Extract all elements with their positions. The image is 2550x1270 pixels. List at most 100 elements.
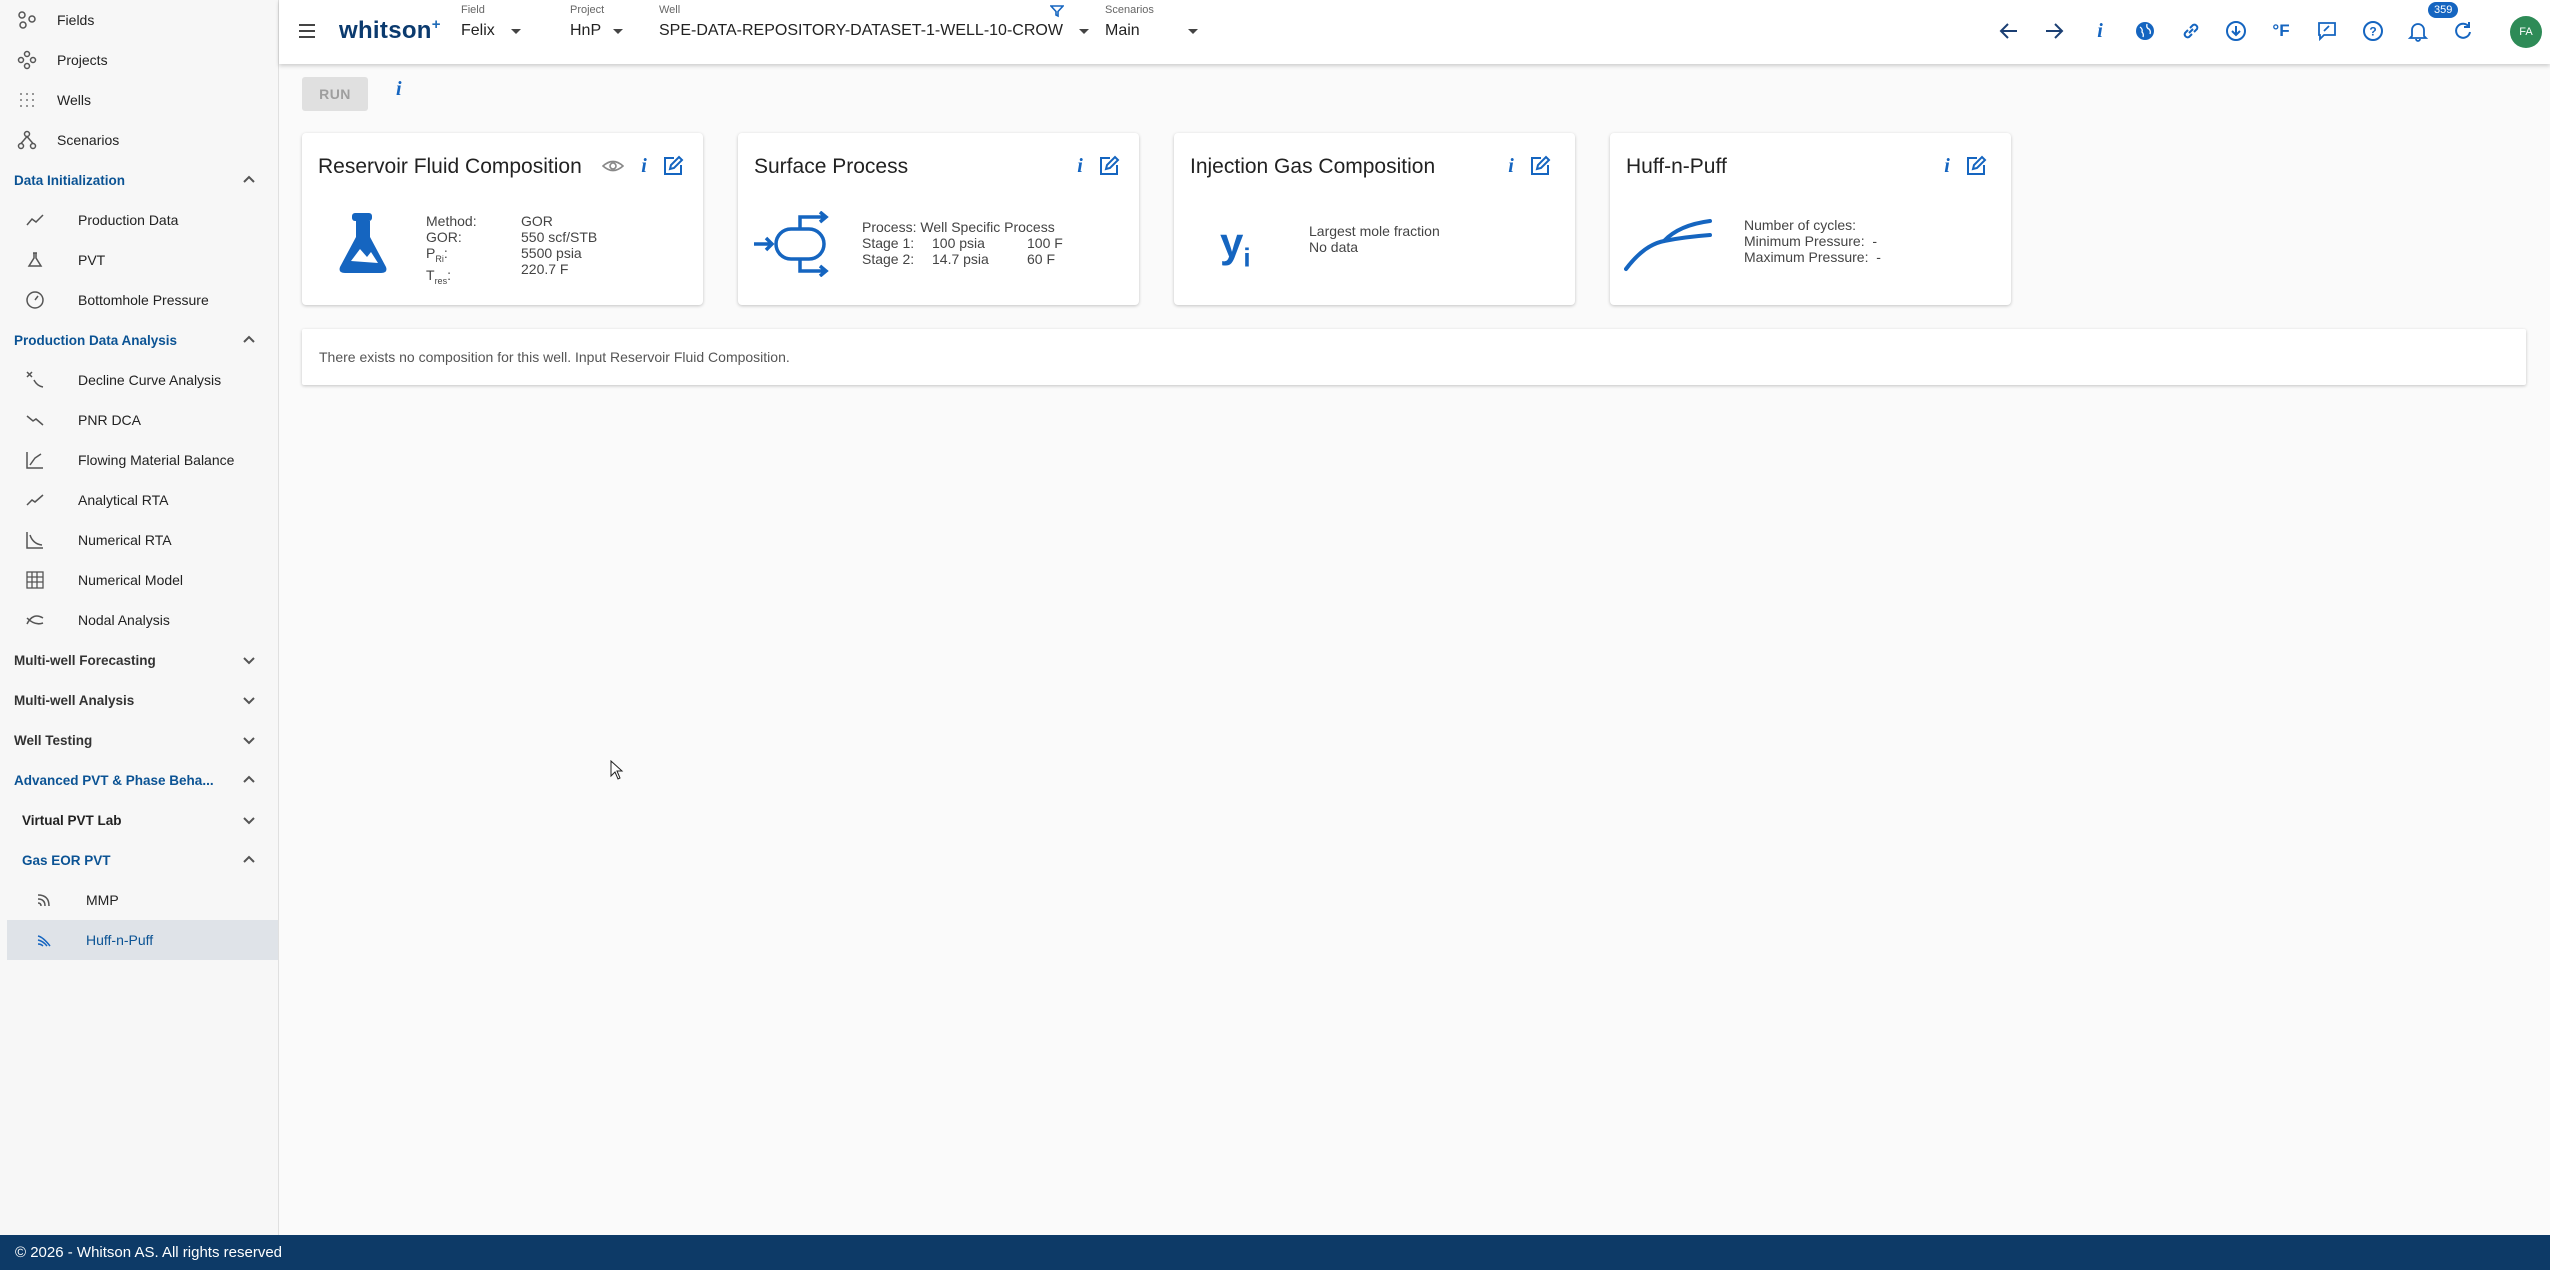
- edit-icon[interactable]: [1529, 155, 1551, 177]
- huff-n-puff-card: Huff-n-Puff i Number of cycles: Minimum …: [1610, 133, 2011, 305]
- caret-down-icon: [510, 28, 521, 34]
- pressure-value: 5500 psia: [521, 245, 582, 261]
- scenarios-icon: [16, 129, 38, 151]
- sidebar-item-pnr-dca[interactable]: PNR DCA: [0, 400, 278, 440]
- scenarios-selector[interactable]: Scenarios Main: [1105, 4, 1198, 40]
- section-label: Advanced PVT & Phase Beha...: [14, 772, 214, 788]
- subsection-label: Virtual PVT Lab: [22, 812, 122, 828]
- chevron-up-icon: [243, 855, 255, 863]
- subsection-label: Gas EOR PVT: [22, 852, 111, 868]
- section-multi-well-analysis[interactable]: Multi-well Analysis: [0, 680, 278, 720]
- sidebar-item-flowing-material-balance[interactable]: Flowing Material Balance: [0, 440, 278, 480]
- section-multi-well-forecasting[interactable]: Multi-well Forecasting: [0, 640, 278, 680]
- dca-icon: [24, 369, 46, 391]
- sidebar-item-bottomhole-pressure[interactable]: Bottomhole Pressure: [0, 280, 278, 320]
- field-selector[interactable]: Field Felix: [461, 4, 521, 40]
- grid-table-icon: [24, 569, 46, 591]
- eye-icon[interactable]: [602, 155, 624, 177]
- process-label: Process: Well Specific Process: [862, 219, 1055, 235]
- run-button[interactable]: RUN: [302, 77, 368, 111]
- stage-labels: Stage 1: Stage 2:: [862, 235, 914, 267]
- info-icon[interactable]: i: [1936, 155, 1958, 177]
- field-value: Felix: [461, 22, 495, 39]
- mole-fraction-symbol: yi: [1220, 219, 1251, 273]
- bell-icon[interactable]: [2405, 18, 2431, 44]
- subsection-gas-eor-pvt[interactable]: Gas EOR PVT: [0, 840, 278, 880]
- sidebar-item-numerical-rta[interactable]: Numerical RTA: [0, 520, 278, 560]
- reservoir-labels: Method: GOR: PRi: Tres:: [426, 213, 477, 289]
- pressure-label: PRi:: [426, 245, 448, 264]
- sidebar-item-wells[interactable]: Wells: [0, 80, 278, 120]
- info-icon[interactable]: i: [633, 155, 655, 177]
- sidebar-item-production-data[interactable]: Production Data: [0, 200, 278, 240]
- info-icon[interactable]: i: [1069, 155, 1091, 177]
- no-data-label: No data: [1309, 239, 1359, 255]
- edit-icon[interactable]: [1098, 155, 1120, 177]
- stage2-label: Stage 2:: [862, 251, 915, 267]
- subsection-virtual-pvt-lab[interactable]: Virtual PVT Lab: [0, 800, 278, 840]
- flask-icon: [24, 249, 46, 271]
- sidebar-item-mmp[interactable]: MMP: [0, 880, 278, 920]
- sidebar-item-fields[interactable]: Fields: [0, 0, 278, 40]
- menu-icon[interactable]: [296, 20, 318, 42]
- surface-process-card: Surface Process i Process: Well Specific…: [738, 133, 1139, 305]
- sidebar-item-nodal-analysis[interactable]: Nodal Analysis: [0, 600, 278, 640]
- project-caption: Project: [570, 4, 605, 16]
- link-icon[interactable]: [2178, 18, 2204, 44]
- section-label: Multi-well Forecasting: [14, 652, 156, 668]
- section-data-initialization[interactable]: Data Initialization: [0, 160, 278, 200]
- gor-label: GOR:: [426, 229, 462, 245]
- edit-icon[interactable]: [1965, 155, 1987, 177]
- arrow-right-icon[interactable]: [2041, 18, 2067, 44]
- sidebar-item-label: Analytical RTA: [78, 492, 169, 508]
- filter-icon[interactable]: [1049, 4, 1066, 20]
- sidebar-item-huff-n-puff[interactable]: Huff-n-Puff: [7, 920, 278, 960]
- min-pressure-value: -: [1872, 233, 1878, 249]
- section-production-data-analysis[interactable]: Production Data Analysis: [0, 320, 278, 360]
- chevron-down-icon: [243, 697, 255, 705]
- card-title: Injection Gas Composition: [1190, 155, 1436, 178]
- stage2-pressure: 14.7 psia: [932, 251, 989, 267]
- chat-icon[interactable]: [2314, 18, 2340, 44]
- method-value: GOR: [521, 213, 553, 229]
- info-icon[interactable]: i: [396, 78, 402, 101]
- section-label: Multi-well Analysis: [14, 692, 135, 708]
- sidebar-item-label: Bottomhole Pressure: [78, 292, 209, 308]
- method-label: Method:: [426, 213, 477, 229]
- info-icon[interactable]: i: [1500, 155, 1522, 177]
- sidebar-item-label: Projects: [57, 52, 108, 68]
- line-chart-icon: [24, 209, 46, 231]
- caret-down-icon: [613, 28, 624, 34]
- sidebar-item-pvt[interactable]: PVT: [0, 240, 278, 280]
- sidebar-item-numerical-model[interactable]: Numerical Model: [0, 560, 278, 600]
- sidebar-item-scenarios[interactable]: Scenarios: [0, 120, 278, 160]
- refresh-icon[interactable]: [2450, 18, 2476, 44]
- sidebar-item-analytical-rta[interactable]: Analytical RTA: [0, 480, 278, 520]
- gor-value: 550 scf/STB: [521, 229, 598, 245]
- arrow-left-icon[interactable]: [1996, 18, 2022, 44]
- info-icon[interactable]: i: [2087, 18, 2113, 44]
- chevron-down-icon: [243, 657, 255, 665]
- sidebar-item-label: Wells: [57, 92, 91, 108]
- logo-text: whitson: [339, 17, 432, 44]
- section-well-testing[interactable]: Well Testing: [0, 720, 278, 760]
- fahrenheit-icon[interactable]: °F: [2268, 18, 2294, 44]
- copyright-text: © 2026 - Whitson AS. All rights reserved: [15, 1244, 283, 1261]
- project-selector[interactable]: Project HnP: [570, 4, 624, 40]
- edit-icon[interactable]: [662, 155, 684, 177]
- download-icon[interactable]: [2223, 18, 2249, 44]
- globe-icon[interactable]: [2132, 18, 2158, 44]
- section-advanced-pvt[interactable]: Advanced PVT & Phase Beha...: [0, 760, 278, 800]
- app-logo[interactable]: whitson+: [339, 16, 441, 45]
- sidebar-item-decline-curve-analysis[interactable]: Decline Curve Analysis: [0, 360, 278, 400]
- help-icon[interactable]: ?: [2360, 18, 2386, 44]
- y-symbol: y: [1220, 219, 1244, 266]
- well-selector[interactable]: Well SPE-DATA-REPOSITORY-DATASET-1-WELL-…: [659, 4, 1089, 40]
- sidebar-item-projects[interactable]: Projects: [0, 40, 278, 80]
- caret-down-icon: [1187, 28, 1198, 34]
- avatar[interactable]: FA: [2510, 16, 2542, 48]
- sidebar-item-label: Production Data: [78, 212, 179, 228]
- separator-icon: [752, 210, 838, 282]
- temperature-value: 220.7 F: [521, 261, 569, 277]
- logo-plus: +: [431, 16, 441, 33]
